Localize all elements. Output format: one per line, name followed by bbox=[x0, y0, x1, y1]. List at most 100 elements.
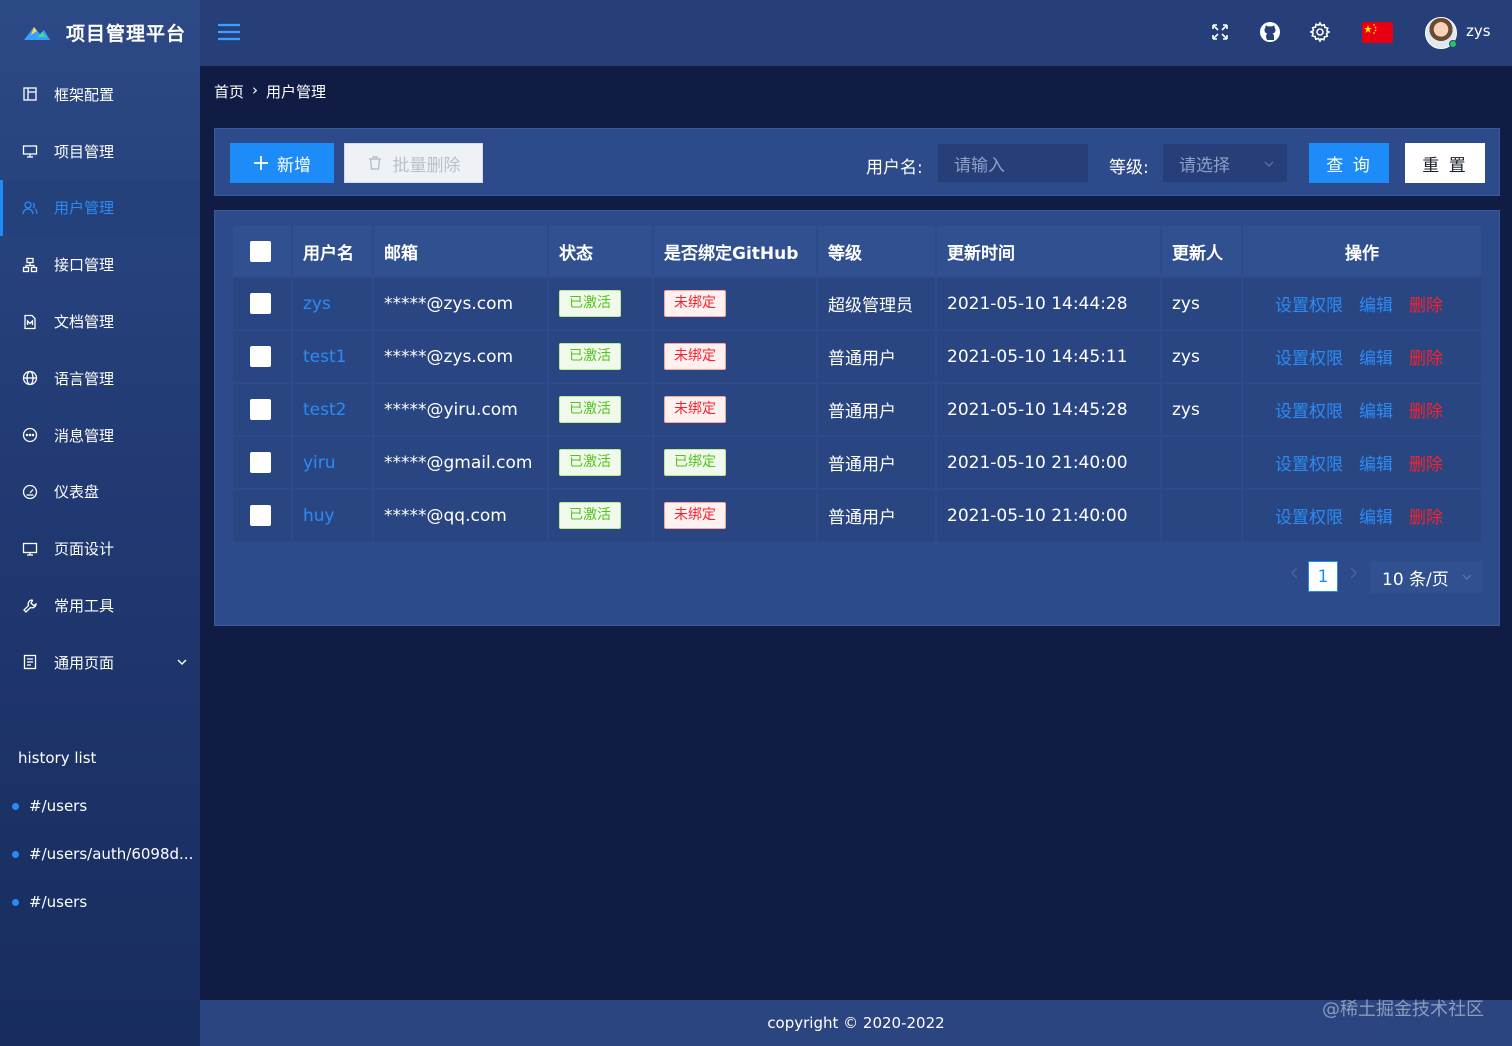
set-permission-link[interactable]: 设置权限 bbox=[1275, 450, 1343, 475]
delete-link[interactable]: 删除 bbox=[1409, 397, 1443, 422]
top-header: zys bbox=[200, 0, 1512, 66]
username-link[interactable]: test1 bbox=[303, 347, 346, 367]
reset-button[interactable]: 重 置 bbox=[1405, 143, 1485, 183]
sidebar-item-page-design[interactable]: 页面设计 bbox=[0, 520, 200, 577]
row-checkbox[interactable] bbox=[250, 399, 271, 420]
pagination-current-page[interactable]: 1 bbox=[1308, 561, 1338, 592]
set-permission-link[interactable]: 设置权限 bbox=[1275, 291, 1343, 316]
sidebar-item-label: 语言管理 bbox=[54, 369, 115, 388]
message-icon bbox=[22, 427, 38, 443]
history-item[interactable]: #/users bbox=[12, 797, 87, 815]
updated-time-cell: 2021-05-10 21:40:00 bbox=[937, 490, 1162, 543]
level-filter-label: 等级: bbox=[1109, 158, 1149, 178]
row-select-cell bbox=[233, 331, 293, 384]
app-logo[interactable]: 项目管理平台 bbox=[0, 0, 200, 64]
row-checkbox[interactable] bbox=[250, 346, 271, 367]
github-icon[interactable] bbox=[1259, 21, 1281, 43]
fullscreen-icon[interactable] bbox=[1209, 21, 1231, 43]
breadcrumb-current: 用户管理 bbox=[266, 83, 327, 101]
username-link[interactable]: huy bbox=[303, 506, 335, 526]
history-item-label: #/users bbox=[29, 797, 88, 815]
edit-link[interactable]: 编辑 bbox=[1359, 397, 1393, 422]
page-size-select[interactable]: 10 条/页 bbox=[1370, 561, 1483, 593]
breadcrumb-home[interactable]: 首页 bbox=[214, 81, 244, 102]
edit-link[interactable]: 编辑 bbox=[1359, 503, 1393, 528]
footer: copyright © 2020-2022 bbox=[200, 1000, 1512, 1046]
set-permission-link[interactable]: 设置权限 bbox=[1275, 344, 1343, 369]
column-header: 更新人 bbox=[1162, 226, 1243, 278]
add-user-button[interactable]: 新增 bbox=[230, 143, 334, 183]
sidebar-item-users[interactable]: 用户管理 bbox=[0, 179, 200, 237]
users-icon bbox=[22, 200, 38, 216]
username-search-input[interactable]: 请输入 bbox=[937, 143, 1089, 183]
email-cell: *****@yiru.com bbox=[374, 384, 549, 437]
menu-toggle-icon[interactable] bbox=[217, 22, 241, 42]
sidebar-item-projects[interactable]: 项目管理 bbox=[0, 123, 200, 180]
query-button[interactable]: 查 询 bbox=[1309, 143, 1389, 183]
edit-link[interactable]: 编辑 bbox=[1359, 344, 1393, 369]
sidebar-item-framework-config[interactable]: 框架配置 bbox=[0, 66, 200, 123]
logo-icon bbox=[24, 27, 50, 40]
history-dot bbox=[12, 898, 19, 906]
delete-link[interactable]: 删除 bbox=[1409, 344, 1443, 369]
actions-cell: 设置权限 编辑 删除 bbox=[1243, 384, 1483, 437]
language-flag-icon[interactable] bbox=[1362, 22, 1393, 43]
sidebar-item-label: 消息管理 bbox=[54, 426, 115, 445]
sidebar-item-messages[interactable]: 消息管理 bbox=[0, 407, 200, 464]
sidebar-item-label: 用户管理 bbox=[54, 199, 115, 218]
github-cell: 未绑定 bbox=[654, 331, 818, 384]
select-all-checkbox[interactable] bbox=[250, 240, 271, 262]
sidebar-item-label: 仪表盘 bbox=[54, 483, 100, 502]
copyright-text: copyright © 2020-2022 bbox=[767, 1014, 945, 1032]
watermark-text: @稀土掘金技术社区 bbox=[1322, 999, 1484, 1020]
sidebar-item-label: 通用页面 bbox=[54, 653, 115, 672]
updated-time-cell: 2021-05-10 14:44:28 bbox=[937, 278, 1162, 331]
sidebar-item-tools[interactable]: 常用工具 bbox=[0, 577, 200, 634]
prev-page-icon[interactable] bbox=[1288, 566, 1302, 580]
history-item[interactable]: #/users/auth/6098d... bbox=[12, 845, 193, 863]
level-cell: 普通用户 bbox=[818, 490, 937, 543]
status-badge: 已激活 bbox=[559, 290, 621, 317]
edit-link[interactable]: 编辑 bbox=[1359, 291, 1393, 316]
column-header: 是否绑定GitHub bbox=[654, 226, 818, 278]
delete-link[interactable]: 删除 bbox=[1409, 450, 1443, 475]
sidebar-item-common-pages[interactable]: 通用页面 bbox=[0, 634, 200, 691]
status-cell: 已激活 bbox=[549, 331, 654, 384]
username-link[interactable]: zys bbox=[303, 294, 331, 314]
sidebar-item-dashboard[interactable]: 仪表盘 bbox=[0, 464, 200, 521]
sidebar-item-api[interactable]: 接口管理 bbox=[0, 236, 200, 293]
dashboard-icon bbox=[22, 484, 38, 500]
history-item[interactable]: #/users bbox=[12, 893, 87, 911]
row-checkbox[interactable] bbox=[250, 293, 271, 314]
sidebar-item-label: 文档管理 bbox=[54, 313, 115, 332]
row-checkbox[interactable] bbox=[250, 505, 271, 526]
delete-link[interactable]: 删除 bbox=[1409, 503, 1443, 528]
level-cell: 普通用户 bbox=[818, 331, 937, 384]
avatar[interactable] bbox=[1425, 17, 1457, 49]
chevron-down-icon bbox=[1462, 574, 1472, 580]
sidebar-item-documents[interactable]: 文档管理 bbox=[0, 293, 200, 350]
table-row: test2 *****@yiru.com 已激活 未绑定 普通用户 2021-0… bbox=[233, 384, 1483, 437]
user-table-card: 用户名 邮箱 状态 是否绑定GitHub 等级 更新时间 更新人 操作 zys … bbox=[214, 210, 1500, 626]
level-select[interactable]: 请选择 bbox=[1162, 143, 1288, 183]
monitor-icon bbox=[22, 541, 38, 557]
username-link[interactable]: yiru bbox=[303, 453, 336, 473]
github-bind-badge: 未绑定 bbox=[664, 290, 726, 317]
delete-link[interactable]: 删除 bbox=[1409, 291, 1443, 316]
gear-icon[interactable] bbox=[1309, 21, 1331, 43]
set-permission-link[interactable]: 设置权限 bbox=[1275, 503, 1343, 528]
sidebar-item-languages[interactable]: 语言管理 bbox=[0, 350, 200, 407]
set-permission-link[interactable]: 设置权限 bbox=[1275, 397, 1343, 422]
next-page-icon[interactable] bbox=[1346, 566, 1360, 580]
history-dot bbox=[12, 850, 19, 858]
batch-delete-button[interactable]: 批量删除 bbox=[344, 143, 483, 183]
table-row: test1 *****@zys.com 已激活 未绑定 普通用户 2021-05… bbox=[233, 331, 1483, 384]
breadcrumb: 首页 › 用户管理 bbox=[214, 81, 326, 102]
edit-link[interactable]: 编辑 bbox=[1359, 450, 1393, 475]
row-select-cell bbox=[233, 490, 293, 543]
sidebar-item-label: 项目管理 bbox=[54, 142, 115, 161]
email-cell: *****@qq.com bbox=[374, 490, 549, 543]
row-checkbox[interactable] bbox=[250, 452, 271, 473]
header-username[interactable]: zys bbox=[1466, 22, 1491, 40]
username-link[interactable]: test2 bbox=[303, 400, 346, 420]
